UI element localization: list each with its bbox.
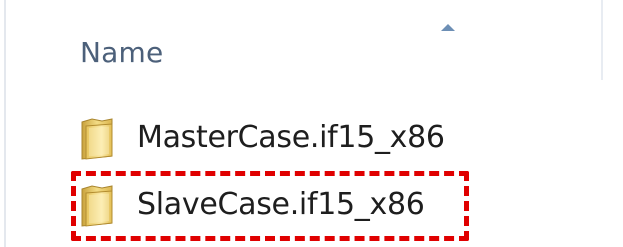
column-header-name[interactable]: Name: [8, 0, 623, 80]
folder-icon: [80, 118, 114, 160]
pane-left-border: [0, 0, 6, 247]
column-header-label: Name: [80, 36, 164, 69]
list-item[interactable]: MasterCase.if15_x86: [80, 118, 500, 162]
sort-ascending-icon: [441, 24, 455, 31]
file-name: MasterCase.if15_x86: [137, 120, 445, 155]
highlight-annotation: [71, 171, 469, 241]
column-divider[interactable]: [601, 0, 603, 80]
